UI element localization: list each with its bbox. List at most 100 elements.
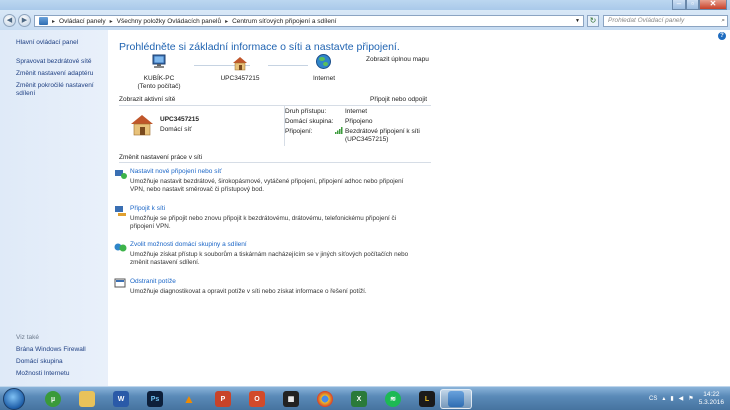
- search-input[interactable]: Prohledat Ovládací panely ⌕: [603, 15, 728, 27]
- task-description: připojení VPN.: [130, 223, 171, 231]
- connect-disconnect-link[interactable]: Připojit nebo odpojit: [370, 96, 427, 103]
- taskbar-explorer[interactable]: [72, 389, 102, 409]
- divider: [119, 162, 431, 163]
- task-title[interactable]: Odstranit potíže: [130, 278, 430, 286]
- address-row: ◀ ▶ ▸ Ovládací panely ▸ Všechny položky …: [0, 10, 730, 30]
- house-icon: [233, 57, 247, 71]
- breadcrumb-item[interactable]: Všechny položky Ovládacích panelů: [117, 18, 221, 25]
- node-computer-sub: (Tento počítač): [137, 83, 181, 90]
- chevron-down-icon[interactable]: ▼: [575, 18, 580, 24]
- homegroup-label: Domácí skupina:: [285, 118, 334, 125]
- taskbar-word[interactable]: W: [106, 389, 136, 409]
- control-panel-icon: [39, 17, 48, 25]
- task-description: Umožňuje získat přístup k souborům a tis…: [130, 251, 409, 258]
- help-icon[interactable]: ?: [718, 32, 726, 40]
- task-title[interactable]: Připojit k síti: [130, 205, 430, 213]
- search-icon[interactable]: ⌕: [721, 16, 725, 26]
- task-description: VPN, nebo nastavit směrovač či přístupov…: [130, 186, 265, 194]
- powerpoint-icon: P: [215, 391, 231, 407]
- sidebar-link-firewall[interactable]: Brána Windows Firewall: [16, 346, 86, 354]
- window-controls: – ▫ ✕: [672, 0, 727, 10]
- system-tray: CS ▴ ▮ ◀ ⚑ 14:22 5.3.2016: [649, 387, 730, 410]
- homegroup-link[interactable]: Připojeno: [345, 118, 372, 125]
- back-button[interactable]: ◀: [3, 14, 16, 27]
- forward-button[interactable]: ▶: [18, 14, 31, 27]
- network-setup-icon: [115, 170, 127, 179]
- network-name: UPC3457215: [160, 116, 200, 123]
- language-indicator[interactable]: CS: [649, 396, 657, 402]
- taskbar-photoshop[interactable]: Ps: [140, 389, 170, 409]
- sidebar-link-homegroup[interactable]: Domácí skupina: [16, 358, 63, 366]
- homegroup-icon: [114, 243, 127, 252]
- address-bar[interactable]: ▸ Ovládací panely ▸ Všechny položky Ovlá…: [34, 15, 584, 27]
- change-settings-title: Změnit nastavení práce v síti: [119, 154, 203, 161]
- word-icon: W: [113, 391, 129, 407]
- league-icon: L: [419, 391, 435, 407]
- task-connect[interactable]: Připojit k síti Umožňuje se připojit neb…: [115, 205, 430, 231]
- taskbar-excel[interactable]: X: [344, 389, 374, 409]
- film-icon: ▦: [283, 391, 299, 407]
- taskbar-media[interactable]: ▦: [276, 389, 306, 409]
- flag-icon[interactable]: ⚑: [688, 395, 693, 402]
- main-panel: ? Prohlédněte si základní informace o sí…: [108, 30, 730, 386]
- taskbar-chrome[interactable]: [310, 389, 340, 409]
- see-also-label: Viz také: [16, 334, 40, 341]
- folder-icon: [79, 391, 95, 407]
- computer-icon: [152, 54, 166, 68]
- task-troubleshoot[interactable]: Odstranit potíže Umožňuje diagnostikovat…: [114, 278, 430, 296]
- sidebar-item-home[interactable]: Hlavní ovládací panel: [16, 39, 78, 47]
- active-networks-title: Zobrazit aktivní sítě: [119, 96, 176, 103]
- task-description: Umožňuje se připojit nebo znovu připojit…: [130, 215, 397, 222]
- breadcrumb-item[interactable]: Ovládací panely: [59, 18, 106, 25]
- network-icon[interactable]: ▮: [670, 395, 673, 402]
- task-new-connection[interactable]: Nastavit nové připojení nebo síť Umožňuj…: [115, 168, 430, 194]
- breadcrumb-separator: ▸: [109, 18, 113, 25]
- full-map-link[interactable]: Zobrazit úplnou mapu: [366, 56, 429, 63]
- task-title[interactable]: Nastavit nové připojení nebo síť: [130, 168, 430, 176]
- vlc-icon: ▲: [183, 392, 195, 406]
- volume-icon[interactable]: ◀: [679, 395, 684, 402]
- node-network-label: UPC3457215: [220, 75, 260, 82]
- taskbar-spotify[interactable]: ≋: [378, 389, 408, 409]
- taskbar-launcher[interactable]: L: [412, 389, 442, 409]
- spotify-icon: ≋: [385, 391, 401, 407]
- close-button[interactable]: ✕: [699, 0, 727, 10]
- start-button[interactable]: [3, 388, 25, 410]
- network-type-link[interactable]: Domácí síť: [160, 126, 192, 133]
- sidebar-link-internet-options[interactable]: Možnosti Internetu: [16, 370, 69, 378]
- sidebar-item-wireless[interactable]: Spravovat bezdrátové sítě: [16, 58, 92, 66]
- taskbar-powerpoint[interactable]: P: [208, 389, 238, 409]
- sidebar-item-adapter[interactable]: Změnit nastavení adaptéru: [16, 70, 93, 78]
- divider: [119, 105, 431, 106]
- connection-link[interactable]: Bezdrátové připojení k síti: [345, 128, 420, 135]
- maximize-button[interactable]: ▫: [686, 0, 699, 10]
- breadcrumb-separator: ▸: [52, 18, 56, 25]
- show-hidden-icons[interactable]: ▴: [662, 395, 665, 402]
- time: 14:22: [703, 390, 720, 398]
- sidebar-item-advanced-cont[interactable]: sdílení: [16, 90, 35, 98]
- connection-link-ssid[interactable]: (UPC3457215): [345, 136, 388, 143]
- clock[interactable]: 14:22 5.3.2016: [699, 391, 724, 407]
- office-icon: O: [249, 391, 265, 407]
- date: 5.3.2016: [698, 398, 724, 406]
- window-titlebar: – ▫ ✕: [0, 0, 730, 10]
- chrome-icon: [317, 391, 333, 407]
- taskbar: µ W Ps ▲ P O ▦ X ≋ L CS ▴ ▮ ◀ ⚑ 14:22 5.…: [0, 386, 730, 410]
- access-type-value: Internet: [345, 108, 368, 115]
- breadcrumb-item[interactable]: Centrum síťových připojení a sdílení: [232, 18, 336, 25]
- taskbar-vlc[interactable]: ▲: [174, 389, 204, 409]
- taskbar-control-panel[interactable]: [440, 389, 472, 409]
- task-homegroup[interactable]: Zvolit možnosti domácí skupiny a sdílení…: [114, 241, 430, 267]
- minimize-button[interactable]: –: [672, 0, 686, 10]
- node-internet-label: Internet: [312, 75, 336, 82]
- task-title[interactable]: Zvolit možnosti domácí skupiny a sdílení: [130, 241, 430, 249]
- vertical-divider: [284, 106, 285, 146]
- taskbar-office[interactable]: O: [242, 389, 272, 409]
- connector-line: [268, 65, 308, 66]
- refresh-button[interactable]: ↻: [587, 15, 599, 27]
- troubleshoot-icon: [114, 278, 126, 288]
- wifi-signal-icon: [335, 127, 343, 134]
- control-panel-icon: [448, 391, 464, 407]
- taskbar-utorrent[interactable]: µ: [38, 389, 68, 409]
- sidebar-item-advanced[interactable]: Změnit pokročilé nastavení: [16, 82, 94, 90]
